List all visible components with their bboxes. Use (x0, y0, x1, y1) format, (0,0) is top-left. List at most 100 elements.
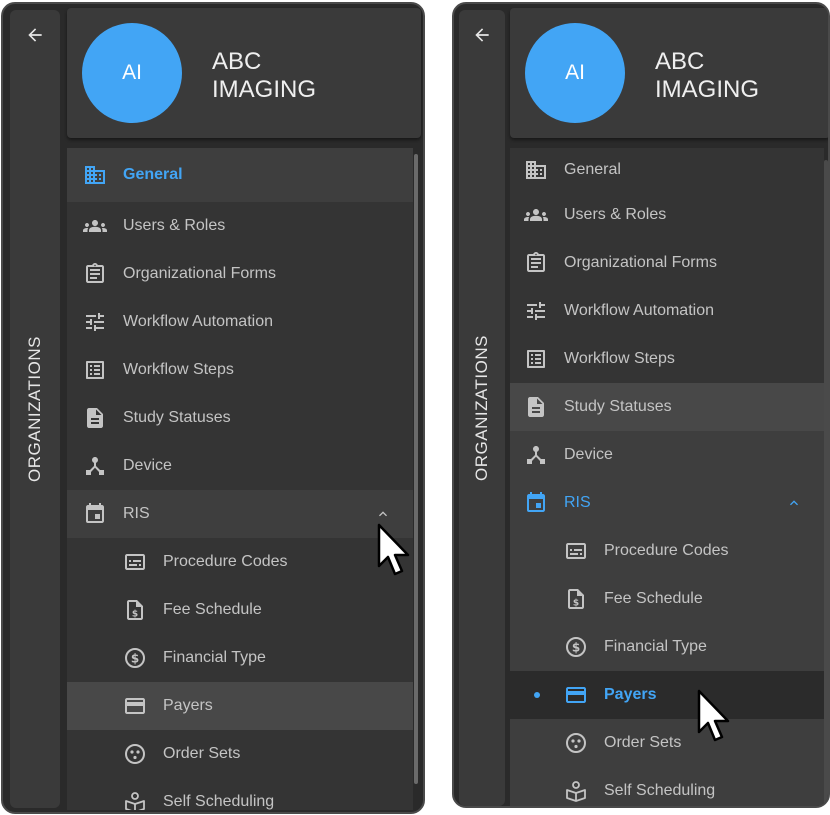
arrow-left-icon (472, 25, 492, 45)
submenu-item-label: Self Scheduling (163, 793, 275, 810)
submenu-item-fee-schedule[interactable]: Fee Schedule (510, 575, 824, 623)
list-icon (524, 347, 548, 371)
menu-item-study-statuses[interactable]: Study Statuses (510, 383, 824, 431)
device-hub-icon (524, 443, 548, 467)
menu-item-ris[interactable]: RIS (67, 490, 413, 538)
menu-item-label: General (123, 166, 183, 183)
submenu-item-label: Fee Schedule (163, 601, 262, 618)
menu-item-device[interactable]: Device (67, 442, 413, 490)
org-name: ABC IMAGING (655, 48, 805, 104)
submenu-item-label: Procedure Codes (163, 553, 288, 570)
org-header: AI ABC IMAGING (510, 8, 828, 138)
organizations-rail: ORGANIZATIONS (10, 10, 60, 808)
menu-item-label: RIS (564, 494, 591, 511)
menu-item-label: Workflow Automation (123, 313, 273, 330)
menu-item-label: RIS (123, 505, 150, 522)
org-name: ABC IMAGING (212, 48, 362, 104)
back-button[interactable] (10, 20, 60, 50)
menu-item-workflow-automation[interactable]: Workflow Automation (67, 298, 413, 346)
credit-card-icon (564, 683, 588, 707)
menu-item-workflow-steps[interactable]: Workflow Steps (67, 346, 413, 394)
menu-item-organizational-forms[interactable]: Organizational Forms (67, 250, 413, 298)
menu-item-ris[interactable]: RIS (510, 479, 824, 527)
building-icon (83, 163, 107, 187)
menu-item-label: Device (123, 457, 172, 474)
org-name-line1: ABC (212, 48, 262, 75)
menu-item-label: Organizational Forms (564, 254, 717, 271)
menu-item-workflow-automation[interactable]: Workflow Automation (510, 287, 824, 335)
document-icon (83, 406, 107, 430)
back-button[interactable] (459, 20, 505, 50)
right-settings-panel: ORGANIZATIONS AI ABC IMAGING General Use… (452, 2, 830, 808)
menu-item-users-roles[interactable]: Users & Roles (67, 202, 413, 250)
submenu-item-self-scheduling[interactable]: Self Scheduling (510, 767, 824, 806)
menu-item-general[interactable]: General (510, 148, 824, 191)
fee-document-icon (564, 587, 588, 611)
org-header: AI ABC IMAGING (67, 8, 421, 138)
submenu-item-payers[interactable]: Payers (67, 682, 413, 730)
dollar-circle-icon (564, 635, 588, 659)
menu-item-workflow-steps[interactable]: Workflow Steps (510, 335, 824, 383)
menu-item-organizational-forms[interactable]: Organizational Forms (510, 239, 824, 287)
clipboard-icon (524, 251, 548, 275)
order-sets-icon (123, 742, 147, 766)
menu-item-label: General (564, 160, 621, 178)
submenu-item-fee-schedule[interactable]: Fee Schedule (67, 586, 413, 634)
submenu-item-label: Self Scheduling (604, 782, 716, 799)
submenu-item-label: Payers (604, 686, 657, 703)
settings-menu: General Users & Roles Organizational For… (67, 148, 413, 810)
arrow-left-icon (25, 25, 45, 45)
settings-menu: General Users & Roles Organizational For… (510, 148, 824, 806)
menu-item-label: Users & Roles (564, 206, 667, 223)
self-scheduling-icon (123, 790, 147, 810)
clipboard-icon (83, 262, 107, 286)
menu-item-label: Organizational Forms (123, 265, 276, 282)
list-icon (83, 358, 107, 382)
calendar-icon (83, 502, 107, 526)
menu-item-users-roles[interactable]: Users & Roles (510, 191, 824, 239)
submenu-item-label: Order Sets (163, 745, 241, 762)
submenu-item-label: Order Sets (604, 734, 682, 751)
menu-item-label: Device (564, 446, 613, 463)
code-card-icon (123, 550, 147, 574)
menu-item-general[interactable]: General (67, 148, 413, 202)
menu-scrollbar[interactable] (414, 154, 418, 784)
submenu-item-order-sets[interactable]: Order Sets (67, 730, 413, 778)
submenu-item-procedure-codes[interactable]: Procedure Codes (67, 538, 413, 586)
device-hub-icon (83, 454, 107, 478)
chevron-up-icon[interactable] (375, 506, 391, 522)
self-scheduling-icon (564, 779, 588, 803)
building-icon (524, 158, 548, 182)
org-name-line2: IMAGING (212, 76, 317, 103)
submenu-item-label: Payers (163, 697, 213, 714)
avatar: AI (82, 23, 182, 123)
menu-item-label: Study Statuses (564, 398, 672, 415)
menu-item-study-statuses[interactable]: Study Statuses (67, 394, 413, 442)
chevron-up-icon[interactable] (786, 495, 802, 511)
submenu-item-self-scheduling[interactable]: Self Scheduling (67, 778, 413, 810)
submenu-item-payers[interactable]: Payers (510, 671, 824, 719)
menu-scrollbar[interactable] (824, 160, 828, 806)
submenu-item-label: Financial Type (604, 638, 707, 655)
menu-item-label: Users & Roles (123, 217, 226, 234)
calendar-icon (524, 491, 548, 515)
org-name-line1: ABC (655, 48, 705, 75)
submenu-item-financial-type[interactable]: Financial Type (67, 634, 413, 682)
submenu-item-order-sets[interactable]: Order Sets (510, 719, 824, 767)
tune-icon (524, 299, 548, 323)
submenu-item-label: Financial Type (163, 649, 266, 666)
users-icon (524, 203, 548, 227)
rail-title: ORGANIZATIONS (472, 335, 491, 481)
submenu-item-financial-type[interactable]: Financial Type (510, 623, 824, 671)
rail-title: ORGANIZATIONS (25, 336, 44, 482)
menu-item-label: Workflow Automation (564, 302, 714, 319)
organizations-rail: ORGANIZATIONS (459, 10, 505, 806)
menu-item-label: Workflow Steps (564, 350, 675, 367)
avatar: AI (525, 23, 625, 123)
dollar-circle-icon (123, 646, 147, 670)
credit-card-icon (123, 694, 147, 718)
menu-item-device[interactable]: Device (510, 431, 824, 479)
order-sets-icon (564, 731, 588, 755)
code-card-icon (564, 539, 588, 563)
submenu-item-procedure-codes[interactable]: Procedure Codes (510, 527, 824, 575)
